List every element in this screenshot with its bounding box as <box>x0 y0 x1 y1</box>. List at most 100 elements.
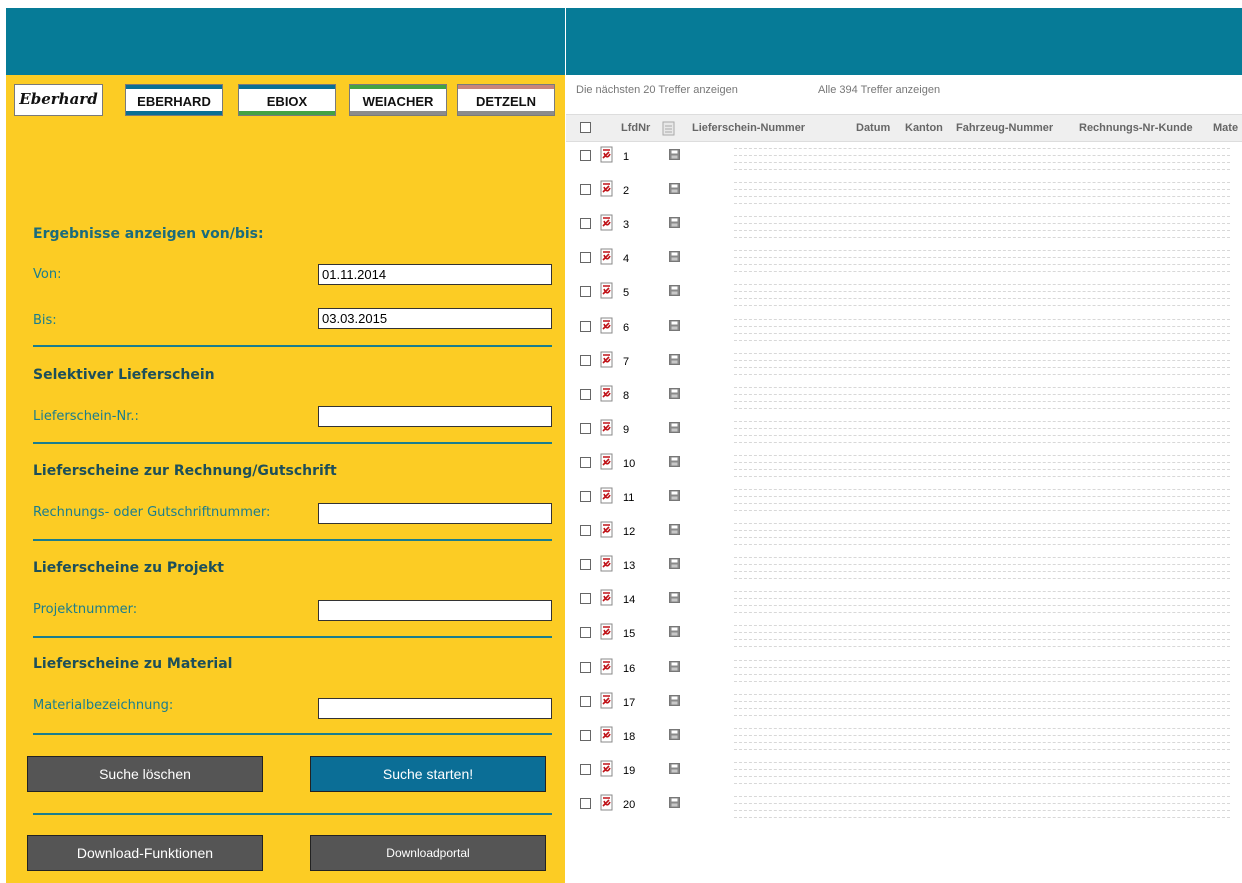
bis-date-field[interactable] <box>318 308 552 329</box>
save-icon[interactable] <box>669 558 680 570</box>
table-row[interactable]: 14 <box>566 583 1242 617</box>
row-checkbox[interactable] <box>580 320 591 332</box>
save-icon[interactable] <box>669 490 680 501</box>
save-icon[interactable] <box>669 694 680 706</box>
row-checkbox[interactable] <box>580 627 591 639</box>
brand-tab-eberhard[interactable]: EBERHARD <box>125 84 223 116</box>
column-lfdnr[interactable]: LfdNr <box>621 122 650 134</box>
download-functions-button[interactable]: Download-Funktionen <box>27 835 263 871</box>
save-icon[interactable] <box>669 626 680 638</box>
material-input[interactable] <box>318 698 552 719</box>
row-checkbox[interactable] <box>580 661 591 673</box>
table-row[interactable]: 15 <box>566 617 1242 651</box>
row-checkbox[interactable] <box>580 763 591 775</box>
row-checkbox[interactable] <box>580 184 591 196</box>
table-row[interactable]: 18 <box>566 720 1242 754</box>
table-row[interactable]: 11 <box>566 481 1242 515</box>
pdf-icon[interactable] <box>599 658 614 675</box>
pdf-icon[interactable] <box>599 146 614 163</box>
table-row[interactable]: 10 <box>566 447 1242 481</box>
table-row[interactable]: 19 <box>566 754 1242 788</box>
table-row[interactable]: 6 <box>566 311 1242 345</box>
table-row[interactable]: 20 <box>566 788 1242 822</box>
von-date-field[interactable] <box>318 264 552 285</box>
pdf-icon[interactable] <box>599 623 614 640</box>
pdf-icon[interactable] <box>599 453 614 470</box>
next-results-link[interactable]: Die nächsten 20 Treffer anzeigen <box>576 84 738 102</box>
brand-tab-weiacher[interactable]: WEIACHER <box>349 84 447 116</box>
rechnung-input[interactable] <box>318 503 552 524</box>
save-icon[interactable] <box>669 524 680 536</box>
row-checkbox[interactable] <box>580 218 591 230</box>
pdf-icon[interactable] <box>599 760 614 777</box>
projekt-input[interactable] <box>318 600 552 621</box>
clear-search-button[interactable]: Suche löschen <box>27 756 263 792</box>
save-icon[interactable] <box>669 455 680 467</box>
all-results-link[interactable]: Alle 394 Treffer anzeigen <box>818 84 940 102</box>
pdf-icon[interactable] <box>599 214 614 231</box>
pdf-icon[interactable] <box>599 692 614 709</box>
pdf-icon[interactable] <box>599 282 614 299</box>
table-row[interactable]: 12 <box>566 515 1242 549</box>
row-checkbox[interactable] <box>580 525 591 537</box>
save-icon[interactable] <box>669 796 680 808</box>
table-row[interactable]: 13 <box>566 549 1242 583</box>
brand-tab-detzeln[interactable]: DETZELN <box>457 84 555 116</box>
save-icon[interactable] <box>669 149 680 160</box>
pdf-icon[interactable] <box>599 419 614 436</box>
table-row[interactable]: 7 <box>566 345 1242 379</box>
row-checkbox[interactable] <box>580 354 591 366</box>
row-checkbox[interactable] <box>580 252 591 264</box>
table-row[interactable]: 1 <box>566 140 1242 174</box>
table-row[interactable]: 5 <box>566 276 1242 310</box>
row-checkbox[interactable] <box>580 797 591 809</box>
pdf-icon[interactable] <box>599 317 614 334</box>
save-icon[interactable] <box>669 183 680 195</box>
save-icon[interactable] <box>669 251 680 263</box>
column-kanton[interactable]: Kanton <box>905 122 943 134</box>
row-checkbox[interactable] <box>580 593 591 605</box>
pdf-icon[interactable] <box>599 351 614 368</box>
pdf-icon[interactable] <box>599 589 614 606</box>
table-row[interactable]: 9 <box>566 413 1242 447</box>
row-checkbox[interactable] <box>580 422 591 434</box>
row-checkbox[interactable] <box>580 491 591 502</box>
table-row[interactable]: 4 <box>566 242 1242 276</box>
table-row[interactable]: 3 <box>566 208 1242 242</box>
brand-tab-ebiox[interactable]: EBIOX <box>238 84 336 116</box>
row-checkbox[interactable] <box>580 729 591 741</box>
row-checkbox[interactable] <box>580 456 591 468</box>
save-icon[interactable] <box>669 387 680 399</box>
start-search-button[interactable]: Suche starten! <box>310 756 546 792</box>
table-row[interactable]: 2 <box>566 174 1242 208</box>
pdf-icon[interactable] <box>599 487 614 504</box>
column-fahrzeug-nummer[interactable]: Fahrzeug-Nummer <box>956 122 1053 134</box>
column-material[interactable]: Mate <box>1213 122 1238 134</box>
pdf-icon[interactable] <box>599 385 614 402</box>
row-checkbox[interactable] <box>580 695 591 707</box>
save-icon[interactable] <box>669 728 680 740</box>
row-checkbox[interactable] <box>580 286 591 298</box>
save-icon[interactable] <box>669 217 680 229</box>
row-checkbox[interactable] <box>580 559 591 571</box>
eberhard-logo-tab[interactable]: Eberhard <box>14 84 103 116</box>
pdf-icon[interactable] <box>599 521 614 538</box>
column-lieferschein-nummer[interactable]: Lieferschein-Nummer <box>692 122 805 134</box>
pdf-icon[interactable] <box>599 726 614 743</box>
save-icon[interactable] <box>669 660 680 672</box>
row-checkbox[interactable] <box>580 388 591 400</box>
table-row[interactable]: 8 <box>566 379 1242 413</box>
pdf-icon[interactable] <box>599 248 614 265</box>
lieferschein-input[interactable] <box>318 406 552 427</box>
save-icon[interactable] <box>669 762 680 774</box>
save-icon[interactable] <box>669 319 680 331</box>
table-row[interactable]: 17 <box>566 686 1242 720</box>
save-icon[interactable] <box>669 421 680 433</box>
save-icon[interactable] <box>669 592 680 604</box>
pdf-icon[interactable] <box>599 180 614 197</box>
save-icon[interactable] <box>669 353 680 365</box>
row-checkbox[interactable] <box>580 150 591 161</box>
download-portal-button[interactable]: Downloadportal <box>310 835 546 871</box>
pdf-icon[interactable] <box>599 555 614 572</box>
save-icon[interactable] <box>669 285 680 297</box>
